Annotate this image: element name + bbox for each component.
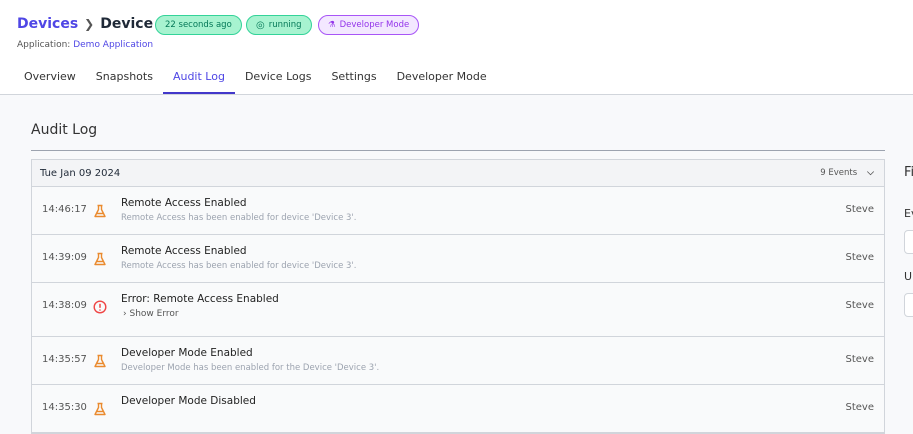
- event-user: Steve: [845, 300, 875, 311]
- last-seen-text: 22 seconds ago: [165, 20, 232, 30]
- tab-device-logs[interactable]: Device Logs: [235, 70, 322, 94]
- tab-bar: Overview Snapshots Audit Log Device Logs…: [14, 70, 497, 94]
- status-badge: ◎ running: [246, 15, 312, 35]
- tab-audit-log[interactable]: Audit Log: [162, 70, 235, 94]
- user-filter-input[interactable]: [904, 293, 913, 317]
- running-icon: ◎: [256, 19, 265, 31]
- group-date: Tue Jan 09 2024: [40, 167, 121, 179]
- chevron-right-icon: ❯: [84, 17, 95, 31]
- show-error-label: Show Error: [129, 309, 179, 319]
- developer-mode-badge: ⚗ Developer Mode: [318, 15, 420, 35]
- event-title: Developer Mode Enabled: [121, 347, 253, 359]
- event-time: 14:39:09: [42, 252, 87, 263]
- event-user: Steve: [845, 354, 875, 365]
- event-description: Remote Access has been enabled for devic…: [121, 261, 357, 271]
- flask-icon: [93, 251, 107, 266]
- event-title: Remote Access Enabled: [121, 245, 247, 257]
- tab-developer-mode[interactable]: Developer Mode: [387, 70, 497, 94]
- mode-text: Developer Mode: [339, 20, 410, 30]
- event-user: Steve: [845, 252, 875, 263]
- last-seen-badge: 22 seconds ago: [155, 15, 242, 35]
- event-filter-label: Ev: [904, 207, 913, 220]
- event-title: Error: Remote Access Enabled: [121, 293, 279, 305]
- chevron-right-icon: ›: [123, 309, 127, 319]
- tab-snapshots[interactable]: Snapshots: [86, 70, 163, 94]
- application-link[interactable]: Demo Application: [73, 40, 153, 50]
- event-user: Steve: [845, 204, 875, 215]
- divider: [31, 150, 885, 151]
- date-group-header[interactable]: Tue Jan 09 2024 9 Events ⌵: [32, 160, 884, 187]
- status-text: running: [268, 20, 302, 30]
- tab-overview[interactable]: Overview: [14, 70, 86, 94]
- event-description: Remote Access has been enabled for devic…: [121, 213, 357, 223]
- flask-icon: ⚗: [328, 20, 336, 30]
- table-row: 14:35:57 Developer Mode Enabled Developer…: [32, 337, 884, 385]
- filters-title: Fi: [904, 165, 913, 180]
- table-row: 14:46:17 Remote Access Enabled Remote Acc…: [32, 187, 884, 235]
- section-title: Audit Log: [31, 122, 98, 138]
- page-header: Devices ❯ Device 3 22 seconds ago ◎ runni…: [0, 0, 913, 95]
- event-title: Developer Mode Disabled: [121, 395, 256, 407]
- event-user: Steve: [845, 402, 875, 413]
- table-row: 14:38:09 Error: Remote Access Enabled › S…: [32, 283, 884, 337]
- flask-icon: [93, 401, 107, 416]
- table-row: 14:39:09 Remote Access Enabled Remote Acc…: [32, 235, 884, 283]
- show-error-toggle[interactable]: › Show Error: [123, 309, 179, 319]
- event-time: 14:35:57: [42, 354, 87, 365]
- event-time: 14:35:30: [42, 402, 87, 413]
- error-icon: [93, 299, 107, 314]
- breadcrumb: Devices ❯ Device 3: [17, 16, 168, 32]
- event-filter-input[interactable]: [904, 230, 913, 254]
- application-info: Application: Demo Application: [17, 40, 153, 50]
- table-row: 14:35:30 Developer Mode Disabled Steve: [32, 385, 884, 433]
- breadcrumb-devices-link[interactable]: Devices: [17, 16, 78, 32]
- event-description: Developer Mode has been enabled for the …: [121, 363, 380, 373]
- audit-log-table: Tue Jan 09 2024 9 Events ⌵ 14:46:17 Remot…: [31, 159, 885, 434]
- flask-icon: [93, 203, 107, 218]
- tab-settings[interactable]: Settings: [321, 70, 386, 94]
- event-time: 14:38:09: [42, 300, 87, 311]
- flask-icon: [93, 353, 107, 368]
- event-time: 14:46:17: [42, 204, 87, 215]
- application-label: Application:: [17, 40, 71, 50]
- user-filter-label: U: [904, 270, 913, 283]
- chevron-down-icon[interactable]: ⌵: [867, 168, 874, 178]
- event-title: Remote Access Enabled: [121, 197, 247, 209]
- event-count: 9 Events: [820, 168, 858, 178]
